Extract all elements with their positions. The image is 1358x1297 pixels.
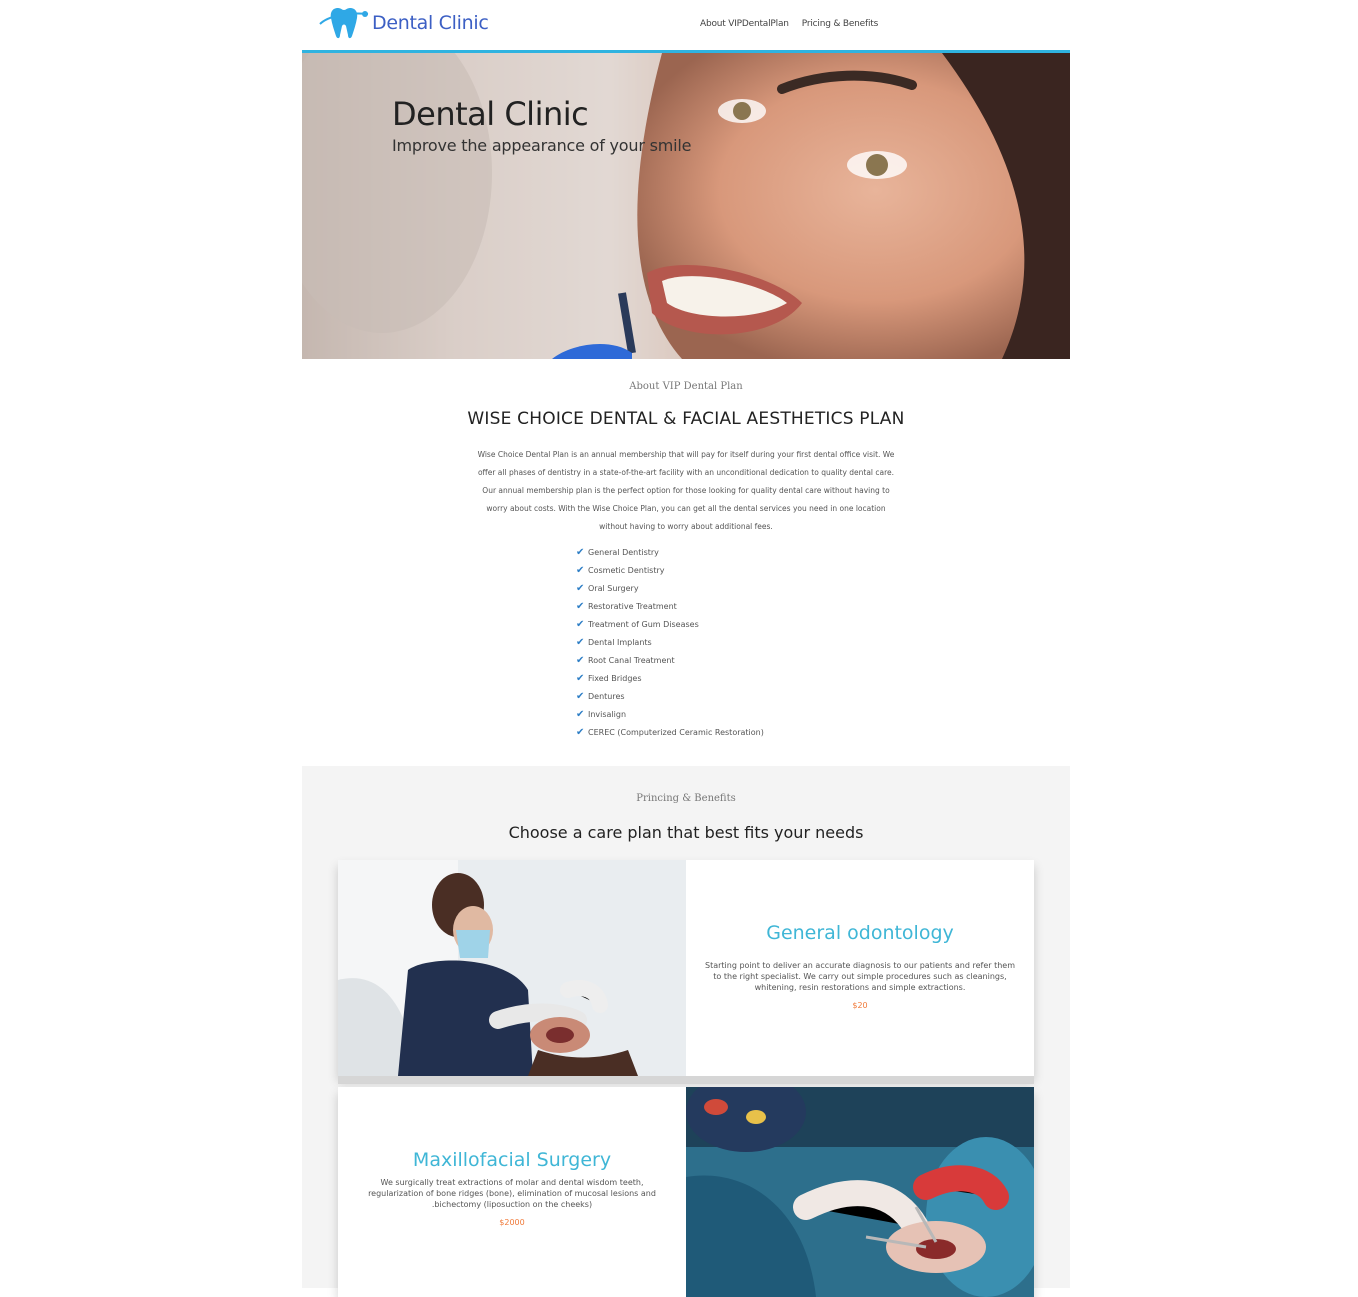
about-description: Wise Choice Dental Plan is an annual mem…	[462, 446, 910, 536]
feature-item: ✔ Invisalign	[576, 708, 627, 720]
check-icon: ✔	[576, 546, 585, 558]
check-icon: ✔	[576, 582, 585, 594]
about-title: WISE CHOICE DENTAL & FACIAL AESTHETICS P…	[467, 409, 905, 429]
feature-item: ✔ General Dentistry	[576, 546, 659, 558]
hero-title: Dental Clinic	[392, 95, 589, 133]
feature-item: ✔ CEREC (Computerized Ceramic Restoration…	[576, 726, 764, 738]
page: Dental Clinic About VIPDentalPlan Pricin…	[302, 0, 1070, 1297]
dentist-working-image	[338, 860, 686, 1076]
plan-price: $20	[852, 1001, 868, 1010]
about-section-label: About VIP Dental Plan	[629, 381, 743, 392]
hero-banner: Dental Clinic Improve the appearance of …	[302, 53, 1070, 359]
check-icon: ✔	[576, 564, 585, 576]
plan-info: Maxillofacial Surgery We surgically trea…	[338, 1087, 686, 1297]
pricing-section: Princing & Benefits Choose a care plan t…	[302, 766, 1070, 1297]
nav-pricing-link[interactable]: Pricing & Benefits	[802, 19, 879, 29]
about-text-line: without having to worry about additional…	[599, 522, 773, 531]
main-nav: About VIPDentalPlan Pricing & Benefits	[700, 19, 878, 29]
card-divider	[338, 1076, 1034, 1084]
check-icon: ✔	[576, 726, 585, 738]
check-icon: ✔	[576, 600, 585, 612]
feature-item: ✔ Root Canal Treatment	[576, 654, 675, 666]
feature-item: ✔ Treatment of Gum Diseases	[576, 618, 699, 630]
logo-text: Dental Clinic	[372, 12, 489, 34]
feature-item: ✔ Dentures	[576, 690, 625, 702]
site-header: Dental Clinic About VIPDentalPlan Pricin…	[302, 0, 1070, 53]
feature-item: ✔ Oral Surgery	[576, 582, 639, 594]
plan-card-general-odontology: General odontology Starting point to del…	[338, 860, 1034, 1076]
about-text-line: Our annual membership plan is the perfec…	[482, 486, 890, 495]
check-icon: ✔	[576, 636, 585, 648]
check-icon: ✔	[576, 690, 585, 702]
hero-subtitle: Improve the appearance of your smile	[392, 136, 692, 155]
check-icon: ✔	[576, 654, 585, 666]
feature-item: ✔ Dental Implants	[576, 636, 652, 648]
pricing-title: Choose a care plan that best fits your n…	[508, 823, 864, 842]
check-icon: ✔	[576, 708, 585, 720]
tooth-logo-icon	[319, 8, 369, 39]
pricing-section-label: Princing & Benefits	[636, 793, 736, 804]
about-text-line: offer all phases of dentistry in a state…	[477, 468, 895, 477]
about-text-line: Wise Choice Dental Plan is an annual mem…	[477, 450, 895, 459]
plan-info: General odontology Starting point to del…	[686, 860, 1034, 1076]
surgery-image	[686, 1087, 1034, 1297]
plan-title: General odontology	[766, 922, 954, 944]
plan-price: $2000	[499, 1218, 525, 1227]
plan-description: Starting point to deliver an accurate di…	[704, 961, 1015, 992]
feature-item: ✔ Restorative Treatment	[576, 600, 677, 612]
feature-item: ✔ Cosmetic Dentistry	[576, 564, 665, 576]
feature-item: ✔ Fixed Bridges	[576, 672, 642, 684]
plan-title: Maxillofacial Surgery	[412, 1149, 612, 1171]
features-list: ✔ General Dentistry ✔ Cosmetic Dentistry ✔…	[576, 543, 764, 741]
nav-about-link[interactable]: About VIPDentalPlan	[700, 19, 789, 29]
plan-card-maxillofacial-surgery: Maxillofacial Surgery We surgically trea…	[338, 1087, 1034, 1297]
check-icon: ✔	[576, 672, 585, 684]
check-icon: ✔	[576, 618, 585, 630]
about-text-line: worry about costs. With the Wise Choice …	[486, 504, 886, 513]
plan-description: We surgically treat extractions of molar…	[368, 1178, 656, 1209]
logo[interactable]: Dental Clinic	[318, 4, 489, 42]
